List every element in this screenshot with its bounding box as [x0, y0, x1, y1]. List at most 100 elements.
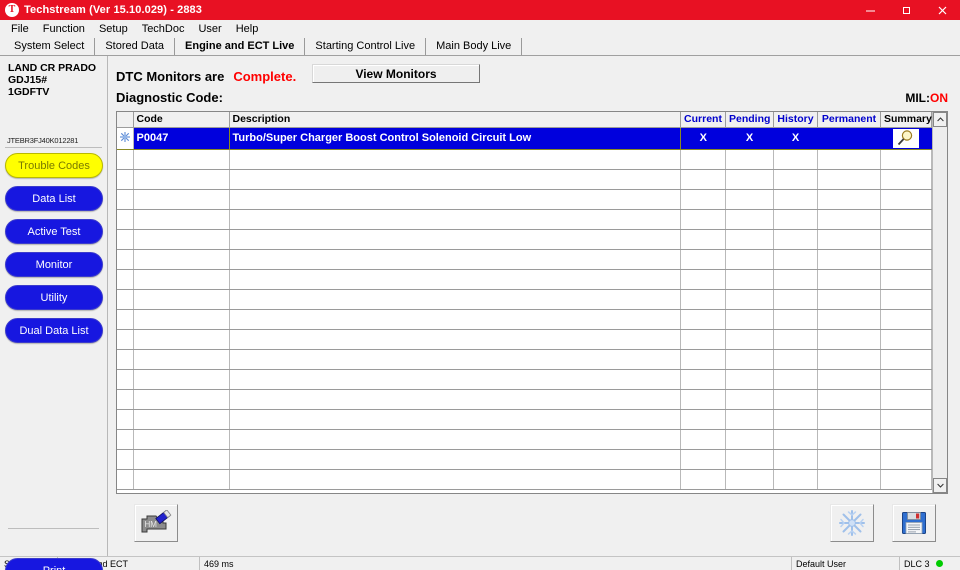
table-row-empty[interactable] [117, 169, 932, 190]
tab-starting-control-live[interactable]: Starting Control Live [305, 38, 427, 55]
menu-item-help[interactable]: Help [229, 22, 266, 36]
dtc-table-empty-rows [117, 149, 932, 490]
menu-item-techdoc[interactable]: TechDoc [135, 22, 192, 36]
col-header-history[interactable]: History [773, 112, 818, 128]
tab-system-select[interactable]: System Select [4, 38, 96, 55]
table-cell-empty [117, 429, 134, 450]
view-monitors-button[interactable]: View Monitors [312, 64, 480, 83]
table-cell-empty [680, 349, 726, 370]
table-row-empty[interactable] [117, 149, 932, 170]
title-bar: T Techstream (Ver 15.10.029) - 2883 [0, 0, 960, 20]
table-row-empty[interactable] [117, 229, 932, 250]
sidebar-item-data-list[interactable]: Data List [5, 186, 103, 211]
table-cell-empty [117, 389, 134, 410]
table-cell-empty [133, 329, 230, 350]
table-row-empty[interactable] [117, 209, 932, 230]
table-cell-empty [117, 369, 134, 390]
close-button[interactable] [924, 0, 960, 20]
table-row-empty[interactable] [117, 409, 932, 430]
col-header-permanent[interactable]: Permanent [817, 112, 881, 128]
freeze-frame-button[interactable] [830, 504, 874, 542]
table-cell-empty [680, 329, 726, 350]
col-header-current[interactable]: Current [680, 112, 726, 128]
restore-button[interactable] [888, 0, 924, 20]
dtc-table: Code Description Current Pending History… [117, 112, 932, 490]
tab-stored-data[interactable]: Stored Data [95, 38, 176, 55]
menu-item-function[interactable]: Function [36, 22, 92, 36]
table-cell-empty [817, 269, 881, 290]
table-cell-empty [680, 429, 726, 450]
row-summary-button[interactable] [880, 127, 932, 150]
tab-main-body-live[interactable]: Main Body Live [426, 38, 523, 55]
table-cell-empty [817, 249, 881, 270]
table-cell-empty [229, 369, 681, 390]
table-cell-empty [773, 209, 818, 230]
table-cell-empty [880, 309, 932, 330]
col-header-code[interactable]: Code [133, 112, 230, 128]
table-row-empty[interactable] [117, 389, 932, 410]
table-cell-empty [817, 389, 881, 410]
table-row-empty[interactable] [117, 269, 932, 290]
col-header-pending[interactable]: Pending [725, 112, 774, 128]
sidebar-item-utility[interactable]: Utility [5, 285, 103, 310]
table-row-empty[interactable] [117, 349, 932, 370]
table-cell-empty [773, 469, 818, 490]
table-row[interactable]: P0047 Turbo/Super Charger Boost Control … [117, 126, 932, 150]
table-row-empty[interactable] [117, 449, 932, 470]
menu-item-user[interactable]: User [191, 22, 228, 36]
dtc-table-scrollbar[interactable] [932, 112, 947, 493]
minimize-button[interactable] [852, 0, 888, 20]
table-row-empty[interactable] [117, 329, 932, 350]
sidebar-item-monitor[interactable]: Monitor [5, 252, 103, 277]
sidebar-item-trouble-codes[interactable]: Trouble Codes [5, 153, 103, 178]
table-cell-empty [229, 449, 681, 470]
tab-engine-and-ect-live[interactable]: Engine and ECT Live [175, 38, 306, 55]
table-cell-empty [117, 329, 134, 350]
table-cell-empty [680, 229, 726, 250]
status-bar: S304-01 Engine and ECT 469 ms Default Us… [0, 556, 960, 570]
table-cell-empty [773, 369, 818, 390]
table-cell-empty [817, 449, 881, 470]
sidebar-item-active-test[interactable]: Active Test [5, 219, 103, 244]
table-cell-empty [133, 449, 230, 470]
table-row-empty[interactable] [117, 189, 932, 210]
table-cell-empty [229, 389, 681, 410]
vehicle-model: LAND CR PRADO [8, 62, 97, 74]
table-row-empty[interactable] [117, 309, 932, 330]
menu-item-setup[interactable]: Setup [92, 22, 135, 36]
snowflake-icon [119, 131, 130, 142]
sidebar-item-dual-data-list[interactable]: Dual Data List [5, 318, 103, 343]
table-row-empty[interactable] [117, 249, 932, 270]
row-freeze-frame-icon[interactable] [117, 127, 134, 150]
table-cell-empty [773, 249, 818, 270]
menu-item-file[interactable]: File [4, 22, 36, 36]
table-cell-empty [680, 289, 726, 310]
scroll-down-arrow[interactable] [933, 478, 947, 493]
table-cell-empty [117, 189, 134, 210]
dtc-table-body: P0047 Turbo/Super Charger Boost Control … [117, 126, 932, 150]
tab-bar: System Select Stored Data Engine and ECT… [0, 38, 960, 56]
engine-eraser-icon: HM [141, 510, 172, 533]
table-cell-empty [725, 329, 774, 350]
col-header-description[interactable]: Description [229, 112, 681, 128]
table-cell-empty [880, 289, 932, 310]
save-button[interactable] [892, 504, 936, 542]
table-row-empty[interactable] [117, 369, 932, 390]
table-cell-empty [817, 469, 881, 490]
erase-dtc-button[interactable]: HM [134, 504, 178, 542]
window-title: Techstream (Ver 15.10.029) - 2883 [24, 4, 202, 16]
table-cell-empty [773, 169, 818, 190]
window-body: LAND CR PRADO GDJ15# 1GDFTV JTEBR3FJ40K0… [0, 56, 960, 570]
table-row-empty[interactable] [117, 429, 932, 450]
table-cell-empty [817, 289, 881, 310]
vin-number: JTEBR3FJ40K012281 [5, 136, 102, 148]
status-connection-indicator [935, 560, 943, 567]
col-header-summary[interactable]: Summary [880, 112, 932, 128]
col-header-icon[interactable] [117, 112, 134, 128]
scrollbar-track[interactable] [933, 127, 947, 478]
table-row-empty[interactable] [117, 289, 932, 310]
table-row-empty[interactable] [117, 469, 932, 490]
table-cell-empty [880, 169, 932, 190]
scroll-up-arrow[interactable] [933, 112, 947, 127]
print-button[interactable]: Print [5, 558, 103, 570]
